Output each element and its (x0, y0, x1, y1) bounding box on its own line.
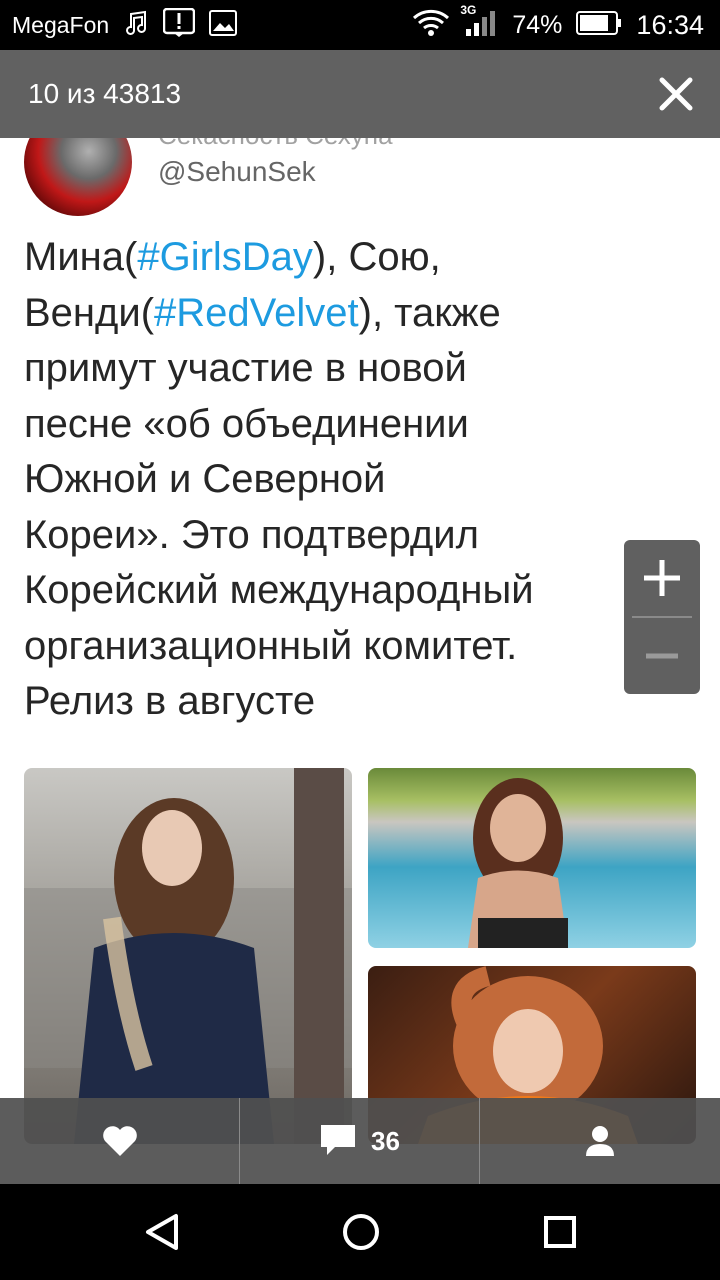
network-type: 3G (460, 2, 477, 17)
avatar (24, 138, 132, 216)
post-line: примут участие в новой (24, 346, 467, 390)
post-line: Мина(#GirlsDay), Сою, (24, 235, 441, 279)
alert-icon (162, 7, 196, 43)
post-line: Кореи». Это подтвердил (24, 512, 479, 557)
comment-count: 36 (371, 1125, 400, 1156)
zoom-out-button[interactable] (624, 618, 700, 694)
account-handle: @SehunSek (158, 156, 316, 187)
zoom-in-button[interactable] (624, 540, 700, 616)
back-triangle-icon (146, 1214, 178, 1250)
action-bar: 36 (0, 1098, 720, 1184)
person-button[interactable] (480, 1098, 720, 1184)
person-icon (586, 1126, 614, 1156)
comment-icon (321, 1125, 356, 1155)
post-text: Мина(#GirlsDay), Сою, Венди(#RedVelvet),… (24, 230, 624, 730)
photo-mina (24, 768, 352, 1144)
viewed-image[interactable]: Секасность Сехуна @SehunSek Мина(#GirlsD… (0, 138, 720, 1184)
post-line: Венди(#RedVelvet), также (24, 290, 501, 335)
viewer-top-bar: 10 из 43813 (0, 50, 720, 138)
wifi-icon (412, 9, 450, 42)
music-note-icon (123, 10, 149, 41)
heart-icon (102, 1126, 137, 1156)
home-button[interactable] (331, 1202, 391, 1262)
zoom-control (624, 540, 700, 694)
recents-button[interactable] (530, 1202, 590, 1262)
image-counter: 10 из 43813 (28, 78, 182, 109)
hashtag-girlsday: #GirlsDay (137, 235, 313, 279)
battery-percent: 74% (512, 10, 563, 39)
post-line: песне «об объединении (24, 401, 469, 446)
close-button[interactable] (654, 72, 698, 116)
post-line: Релиз в августе (24, 679, 316, 723)
close-icon (659, 77, 693, 111)
photo-soyou (368, 768, 696, 948)
plus-icon (644, 560, 680, 596)
post-line: Корейский международный (24, 568, 534, 612)
recents-square-icon (544, 1216, 576, 1248)
comments-button[interactable]: 36 (240, 1098, 479, 1184)
like-button[interactable] (0, 1098, 239, 1184)
clock: 16:34 (636, 9, 704, 40)
signal-icon: 3G (460, 3, 498, 42)
account-name: Секасность Сехуна (158, 138, 393, 151)
post-line: организационный комитет. (24, 623, 518, 668)
hashtag-redvelvet: #RedVelvet (154, 290, 359, 335)
navigation-bar (0, 1184, 720, 1280)
image-icon (209, 9, 238, 41)
status-bar: MegaFon 3G 74% 16:34 (0, 0, 720, 50)
carrier-name: MegaFon (12, 11, 110, 38)
battery-icon (576, 10, 622, 40)
home-circle-icon (343, 1214, 379, 1250)
minus-icon (646, 653, 678, 659)
post-line: Южной и Северной (24, 457, 386, 501)
back-button[interactable] (132, 1202, 192, 1262)
